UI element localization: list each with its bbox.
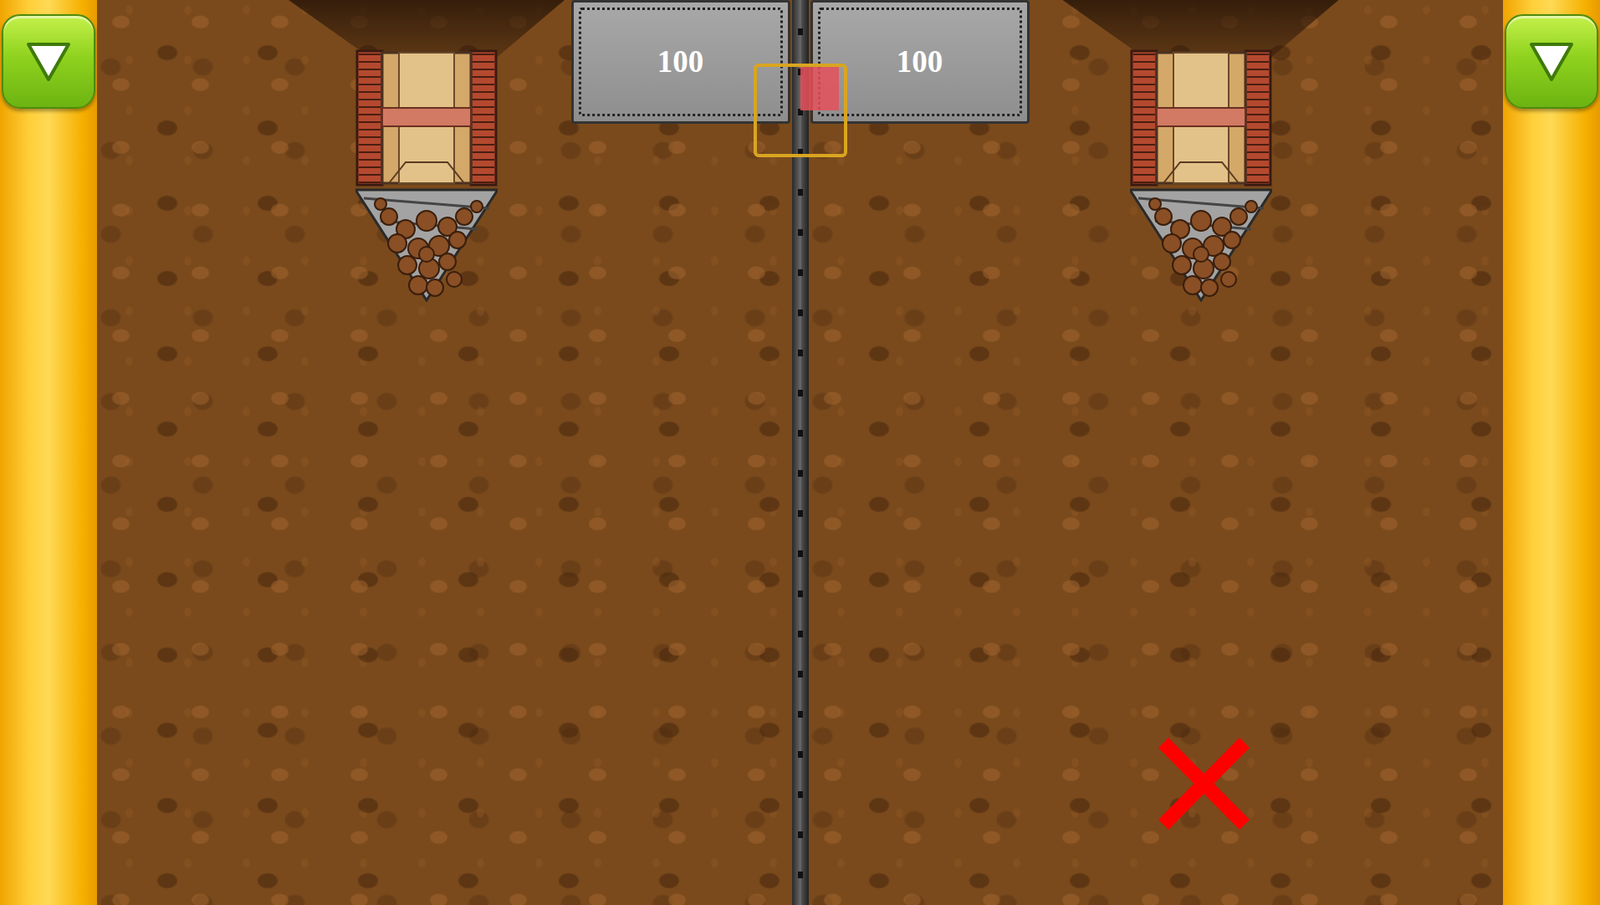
game-screen: 100 100: [0, 0, 1600, 905]
left-down-button[interactable]: [1, 14, 96, 109]
play-field: 100 100: [97, 0, 1503, 905]
drill-machine-icon: [1129, 49, 1273, 302]
down-arrow-icon: [25, 40, 72, 83]
score-plate: 100: [571, 0, 791, 124]
tunnel: [1063, 0, 1340, 59]
right-rail: [1502, 0, 1600, 905]
center-indicator: [753, 63, 848, 158]
score-plate: 100: [810, 0, 1030, 124]
divider: [792, 0, 809, 905]
tunnel: [288, 0, 565, 59]
right-field: 100: [808, 0, 1504, 905]
score: 100: [650, 43, 711, 81]
drill-machine-icon: [355, 49, 498, 302]
red-x-icon[interactable]: [1153, 732, 1255, 835]
score: 100: [889, 43, 951, 81]
indicator-fill: [800, 66, 840, 111]
down-arrow-icon: [1528, 40, 1575, 83]
left-field: 100: [97, 0, 793, 905]
right-down-button[interactable]: [1504, 14, 1599, 109]
left-rail: [0, 0, 98, 905]
